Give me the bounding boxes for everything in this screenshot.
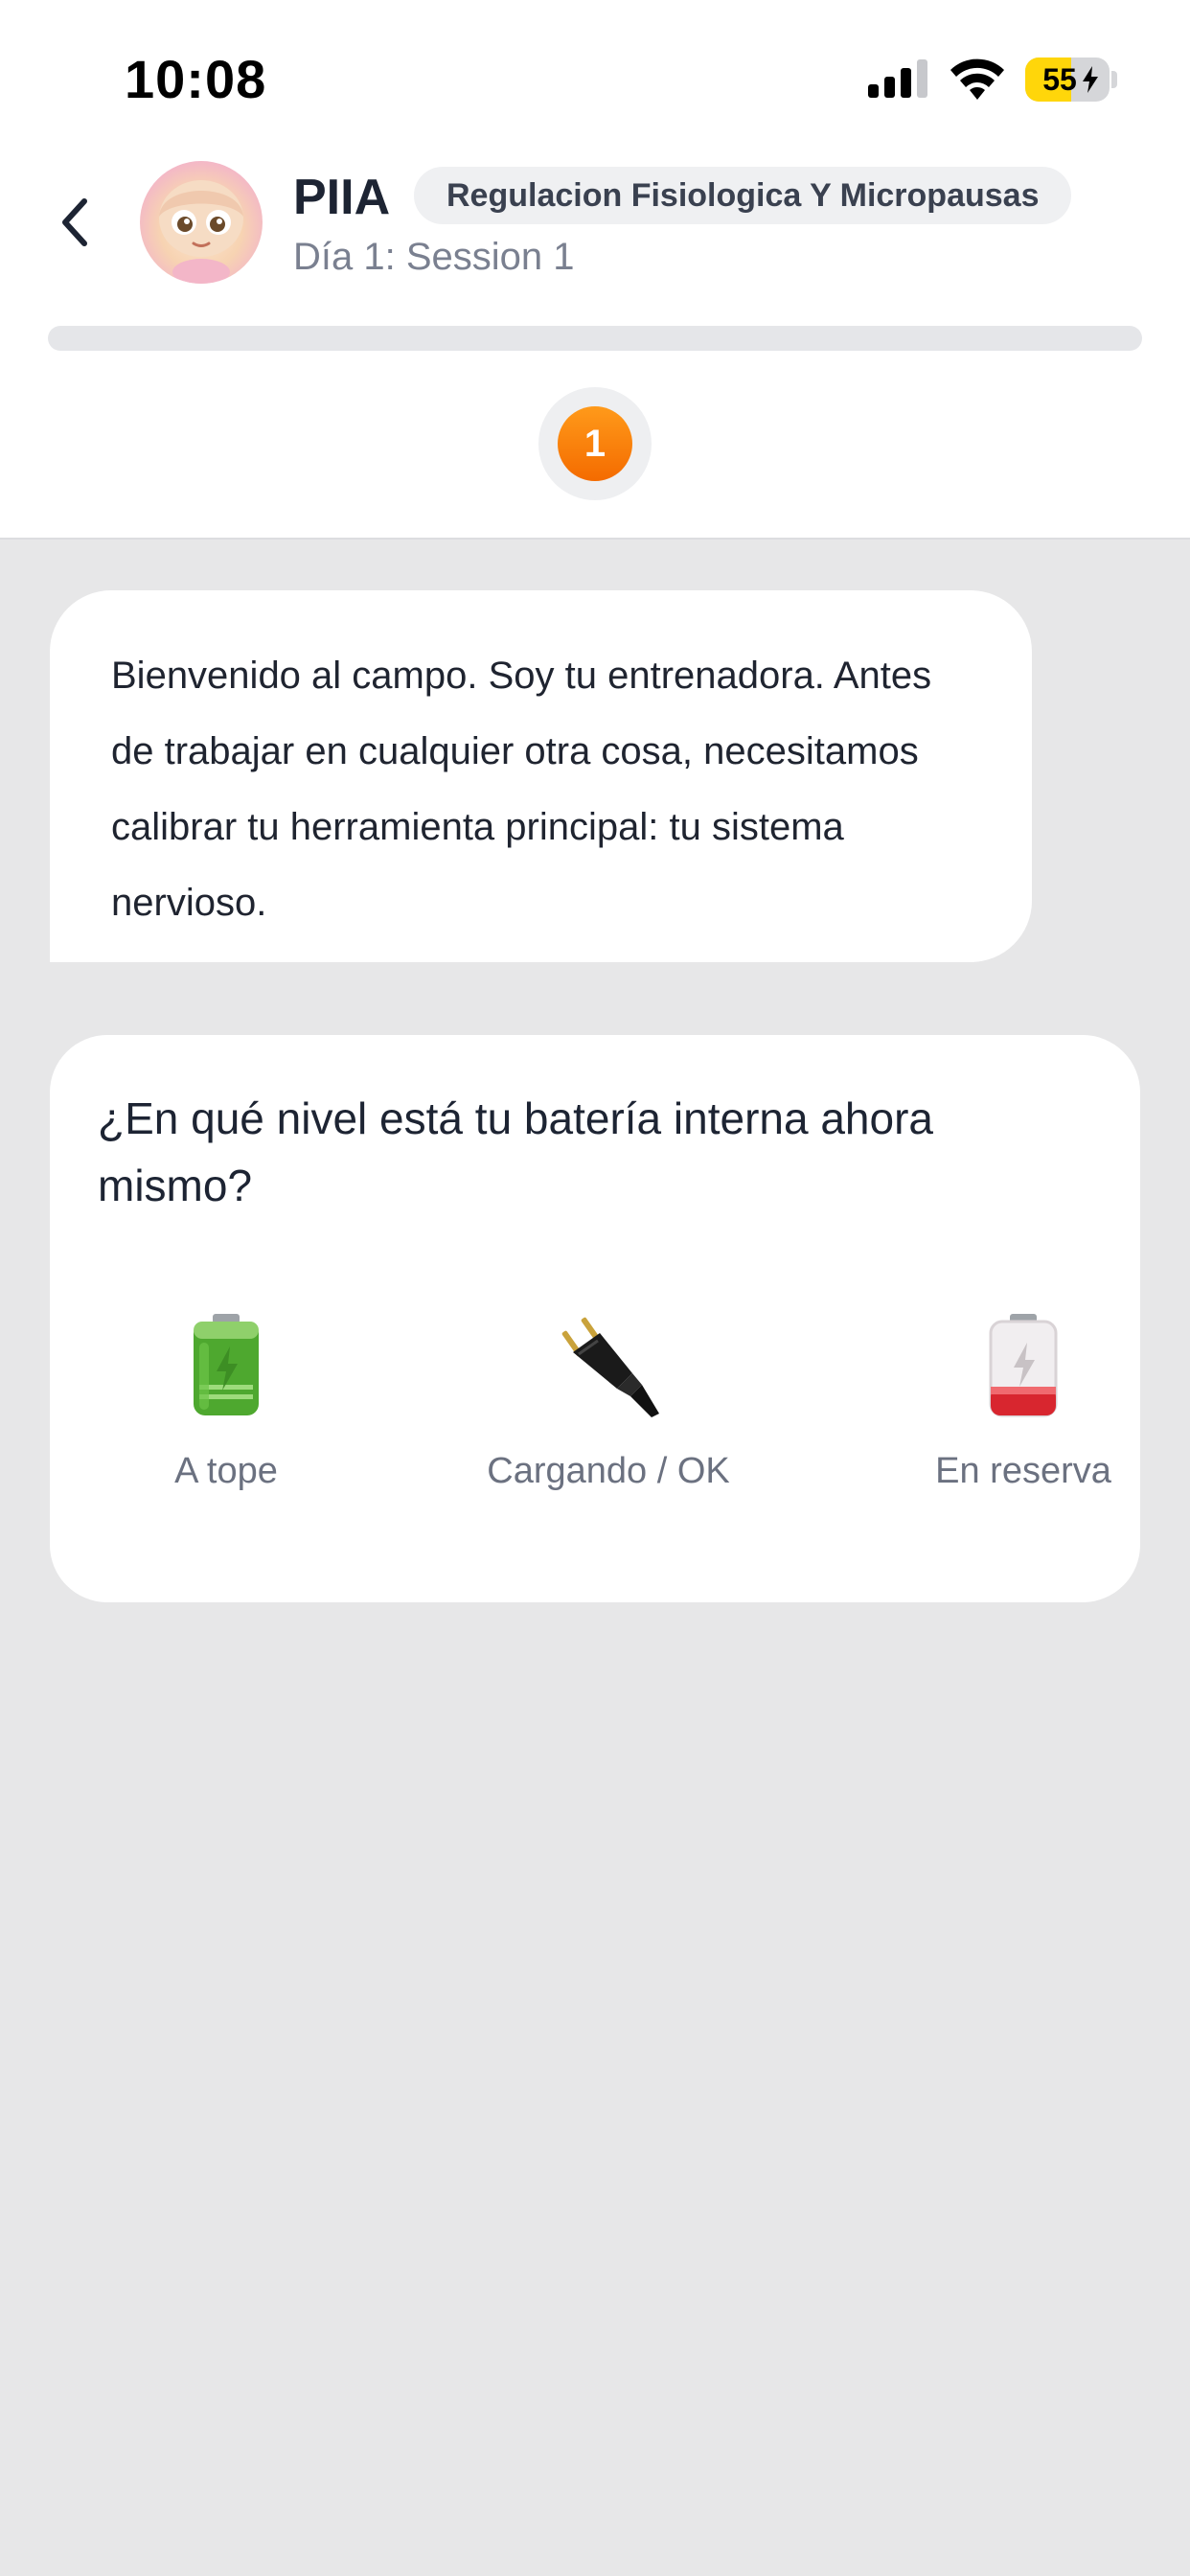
battery-status-icon: 55 xyxy=(1025,58,1110,102)
plug-icon xyxy=(556,1313,661,1418)
session-progress-bar xyxy=(48,326,1142,351)
option-label: A tope xyxy=(174,1451,278,1491)
question-text: ¿En qué nivel está tu batería interna ah… xyxy=(98,1093,934,1210)
status-time: 10:08 xyxy=(125,49,267,109)
coach-message-text: Bienvenido al campo. Soy tu entrenadora.… xyxy=(111,655,932,924)
option-cargando-ok[interactable]: Cargando / OK xyxy=(465,1313,752,1492)
back-button[interactable] xyxy=(50,192,98,253)
low-battery-icon xyxy=(971,1313,1076,1418)
question-card: ¿En qué nivel está tu batería interna ah… xyxy=(50,1035,1140,1602)
cellular-signal-icon xyxy=(868,59,927,98)
step-number: 1 xyxy=(558,406,632,481)
option-label: En reserva xyxy=(935,1451,1111,1491)
chevron-left-icon xyxy=(62,198,87,246)
option-label: Cargando / OK xyxy=(487,1451,730,1491)
option-en-reserva[interactable]: En reserva xyxy=(880,1313,1167,1492)
module-chip: Regulacion Fisiologica Y Micropausas xyxy=(414,167,1072,224)
session-subtitle: Día 1: Session 1 xyxy=(293,236,575,278)
coach-avatar-icon xyxy=(159,180,243,284)
avatar xyxy=(140,161,263,284)
full-battery-icon xyxy=(173,1313,279,1418)
wifi-icon xyxy=(950,58,1004,100)
coach-name: PIIA xyxy=(293,170,391,225)
option-a-tope[interactable]: A tope xyxy=(82,1313,370,1492)
coach-message-bubble: Bienvenido al campo. Soy tu entrenadora.… xyxy=(50,590,1032,962)
header-panel: 10:08 55 PIIA Regulacion Fisiologica Y M… xyxy=(0,0,1190,540)
step-indicator: 1 xyxy=(538,387,652,500)
